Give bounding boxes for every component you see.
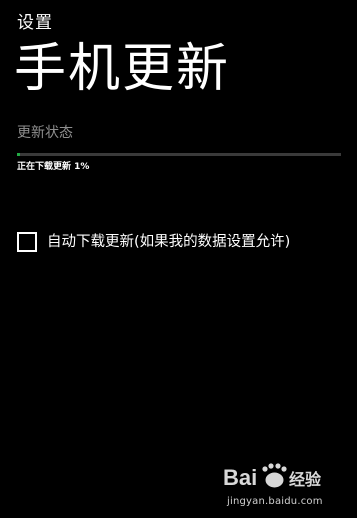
download-status-text: 正在下载更新 1% bbox=[17, 162, 90, 172]
update-status-label: 更新状态 bbox=[17, 125, 73, 141]
page-title: 手机更新 bbox=[14, 39, 231, 99]
baidu-jingyan-watermark: Bai 经验 jingyan.baidu.com bbox=[219, 458, 349, 512]
svg-text:Bai: Bai bbox=[223, 465, 257, 490]
download-progress-bar bbox=[17, 153, 341, 156]
watermark-url: jingyan.baidu.com bbox=[227, 496, 323, 507]
baidu-jingyan-logo: Bai 经验 bbox=[223, 463, 322, 490]
svg-text:经验: 经验 bbox=[289, 470, 322, 489]
auto-download-option[interactable]: 自动下载更新(如果我的数据设置允许) bbox=[17, 230, 290, 254]
auto-download-label: 自动下载更新(如果我的数据设置允许) bbox=[47, 234, 291, 250]
auto-download-checkbox[interactable] bbox=[17, 232, 37, 252]
app-title: 设置 bbox=[17, 13, 53, 33]
download-progress-fill bbox=[17, 153, 21, 156]
